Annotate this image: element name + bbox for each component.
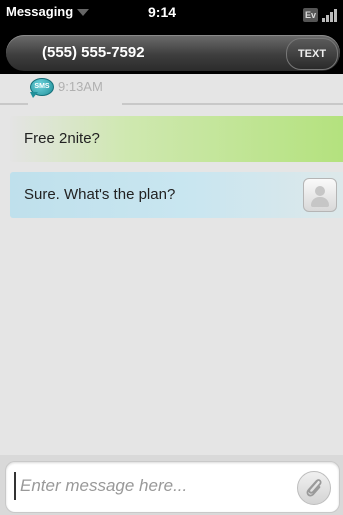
app-name: Messaging bbox=[6, 4, 74, 19]
divider-line-left bbox=[0, 103, 28, 105]
status-bar: Messaging 9:14 Ev bbox=[0, 0, 343, 26]
conversation-header: (555) 555-7592 TEXT bbox=[0, 26, 343, 74]
status-time: 9:14 bbox=[148, 4, 177, 20]
outgoing-message[interactable]: Sure. What's the plan? bbox=[10, 172, 343, 218]
avatar-body bbox=[311, 197, 329, 207]
message-text: Sure. What's the plan? bbox=[24, 186, 176, 203]
contact-name: (555) 555-7592 bbox=[42, 44, 145, 61]
chevron-down-icon bbox=[77, 9, 90, 16]
app-menu[interactable]: Messaging bbox=[6, 4, 90, 19]
network-type-badge: Ev bbox=[302, 8, 318, 22]
paperclip-icon[interactable] bbox=[297, 471, 331, 505]
divider-line-right bbox=[122, 103, 343, 105]
contact-bar[interactable]: (555) 555-7592 TEXT bbox=[6, 35, 340, 71]
message-list[interactable]: SMS 9:13AM Free 2nite? Sure. What's the … bbox=[0, 74, 343, 455]
sms-bubble-tail bbox=[30, 92, 38, 98]
connectivity-indicators: Ev bbox=[302, 4, 337, 22]
message-timestamp: 9:13AM bbox=[58, 79, 103, 94]
compose-bar bbox=[0, 455, 343, 515]
message-text: Free 2nite? bbox=[24, 130, 100, 147]
compose-field[interactable] bbox=[5, 461, 340, 513]
signal-bars-icon bbox=[322, 9, 337, 22]
text-mode-button[interactable]: TEXT bbox=[286, 38, 338, 70]
message-input[interactable] bbox=[14, 472, 290, 500]
contact-avatar-icon[interactable] bbox=[303, 178, 337, 212]
incoming-message[interactable]: Free 2nite? bbox=[10, 116, 343, 162]
avatar-head bbox=[315, 186, 325, 196]
timestamp-divider bbox=[0, 94, 343, 105]
